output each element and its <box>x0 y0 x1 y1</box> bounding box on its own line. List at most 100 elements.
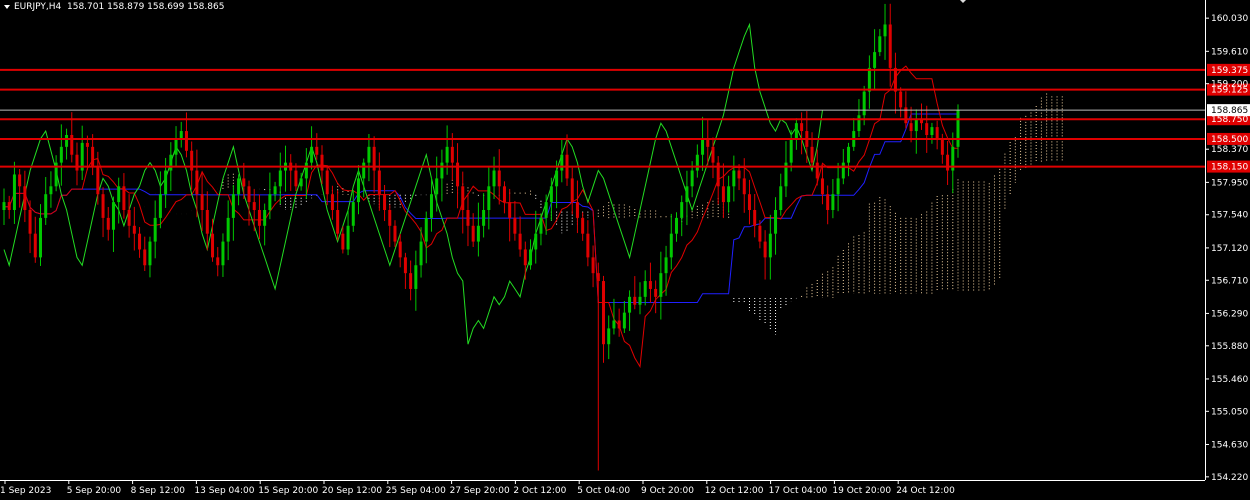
bear-candle <box>257 210 261 226</box>
bear-candle <box>325 170 329 195</box>
bear-candle <box>763 241 767 258</box>
bull-candle <box>44 194 48 218</box>
price-tick-label: 155.460 <box>1211 375 1248 385</box>
time-tick-label: 1 Sep 2023 <box>0 486 51 496</box>
bull-candle <box>534 233 538 250</box>
price-tick-label: 159.200 <box>1211 80 1248 90</box>
bear-candle <box>294 170 298 187</box>
bear-candle <box>143 249 147 266</box>
candlesticks <box>2 3 960 471</box>
bear-candle <box>508 202 512 218</box>
bull-candle <box>883 24 887 37</box>
bear-candle <box>909 123 913 132</box>
bull-candle <box>226 217 230 242</box>
bull-candle <box>841 162 845 179</box>
bull-candle <box>867 67 871 92</box>
bull-candle <box>278 170 282 187</box>
bull-candle <box>59 146 63 163</box>
time-tick-label: 15 Sep 20:00 <box>258 486 318 496</box>
bull-candle <box>169 154 173 171</box>
bear-candle <box>602 281 606 345</box>
bull-candle <box>956 110 960 147</box>
bear-candle <box>75 154 79 171</box>
bear-candle <box>471 225 475 242</box>
bull-candle <box>555 170 559 187</box>
bull-candle <box>445 146 449 163</box>
bull-candle <box>544 202 548 218</box>
bull-candle <box>351 202 355 226</box>
price-chart[interactable]: 159.375159.125158.750158.500158.150158.8… <box>0 0 1250 500</box>
price-tick-label: 156.710 <box>1211 276 1248 286</box>
bull-candle <box>482 210 486 226</box>
bull-candle <box>179 131 183 139</box>
bull-candle <box>560 154 564 171</box>
bull-candle <box>794 123 798 139</box>
indicator-lines <box>3 22 958 369</box>
bull-candle <box>153 217 157 242</box>
bull-candle <box>164 170 168 195</box>
bear-candle <box>810 146 814 163</box>
bull-candle <box>174 138 178 155</box>
bull-candle <box>768 233 772 258</box>
bear-candle <box>132 225 136 234</box>
bull-candle <box>362 162 366 179</box>
bull-candle <box>659 273 663 297</box>
bear-candle <box>377 170 381 195</box>
bull-candle <box>273 186 277 195</box>
bull-candle <box>674 217 678 234</box>
bear-candle <box>138 233 142 250</box>
bear-candle <box>101 194 105 218</box>
bear-candle <box>940 138 944 155</box>
bull-candle <box>237 178 241 195</box>
price-tick-label: 155.880 <box>1211 342 1248 352</box>
bear-candle <box>899 91 903 108</box>
tenkan-sen-line <box>4 65 958 369</box>
bull-candle <box>38 217 42 258</box>
bear-candle <box>711 146 715 163</box>
bear-candle <box>403 257 407 274</box>
bear-candle <box>946 154 950 171</box>
bear-candle <box>28 210 32 234</box>
bear-candle <box>925 123 929 135</box>
bear-candle <box>211 233 215 258</box>
price-tick-label: 156.290 <box>1211 309 1248 319</box>
bull-candle <box>836 178 840 195</box>
bear-candle <box>341 233 345 250</box>
time-tick-label: 19 Oct 20:00 <box>832 486 891 496</box>
bull-candle <box>857 115 861 132</box>
bull-candle <box>669 233 673 258</box>
price-tick-label: 160.030 <box>1211 14 1248 24</box>
bull-candle <box>356 178 360 203</box>
bear-candle <box>388 210 392 226</box>
bear-candle <box>216 257 220 266</box>
time-tick-label: 27 Sep 20:00 <box>450 486 510 496</box>
bull-candle <box>638 296 642 305</box>
kijun-sen-line <box>4 113 958 303</box>
bear-candle <box>336 210 340 234</box>
bull-candle <box>429 194 433 218</box>
price-tick-label: 159.610 <box>1211 47 1248 57</box>
bear-candle <box>706 138 710 147</box>
bull-candle <box>49 186 53 195</box>
time-tick-label: 2 Oct 12:00 <box>513 486 566 496</box>
bull-candle <box>346 225 350 250</box>
bull-candle <box>612 320 616 329</box>
price-tick-label: 154.220 <box>1211 473 1248 483</box>
bull-candle <box>492 170 496 187</box>
price-tick-label: 157.540 <box>1211 211 1248 221</box>
bull-candle <box>424 217 428 242</box>
bull-candle <box>367 146 371 163</box>
bear-candle <box>242 178 246 187</box>
bear-candle <box>648 281 652 289</box>
bear-candle <box>461 186 465 210</box>
bull-candle <box>727 186 731 203</box>
bull-candle <box>643 281 647 297</box>
bear-candle <box>18 174 22 187</box>
time-tick-label: 5 Sep 20:00 <box>67 486 122 496</box>
bear-candle <box>85 142 89 147</box>
bull-candle <box>299 178 303 187</box>
bear-candle <box>127 210 131 226</box>
bull-candle <box>549 186 553 203</box>
bull-candle <box>914 119 918 132</box>
bear-candle <box>23 186 27 210</box>
